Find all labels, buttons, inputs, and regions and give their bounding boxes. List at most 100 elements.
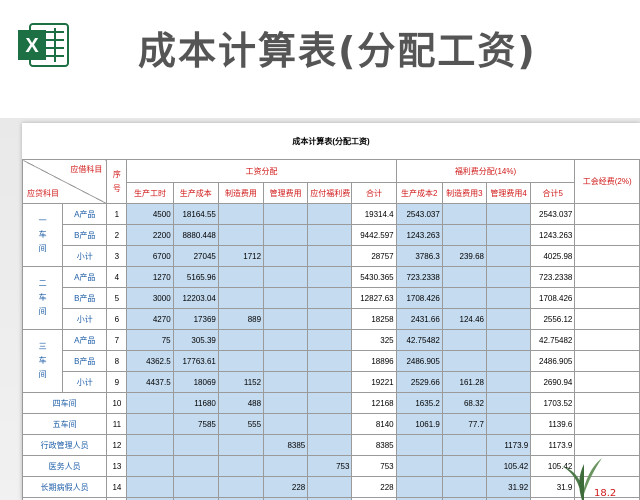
value-cell[interactable] <box>263 266 309 288</box>
value-cell[interactable]: 18258 <box>351 308 397 330</box>
union-fee-cell[interactable] <box>574 350 640 372</box>
value-cell[interactable] <box>217 266 265 288</box>
value-cell[interactable]: 124.46 <box>441 308 488 330</box>
value-cell[interactable] <box>217 434 265 456</box>
value-cell[interactable]: 42.75482 <box>395 329 443 351</box>
value-cell[interactable] <box>307 413 353 435</box>
value-cell[interactable]: 488 <box>217 392 265 414</box>
value-cell[interactable] <box>395 434 443 456</box>
value-cell[interactable]: 2200 <box>126 224 174 246</box>
value-cell[interactable]: 12203.04 <box>172 287 219 309</box>
value-cell[interactable] <box>126 434 174 456</box>
value-cell[interactable] <box>217 203 265 225</box>
value-cell[interactable] <box>263 455 309 477</box>
value-cell[interactable] <box>263 203 309 225</box>
value-cell[interactable]: 19314.4 <box>351 203 397 225</box>
value-cell[interactable]: 1708.426 <box>395 287 443 309</box>
value-cell[interactable] <box>217 350 265 372</box>
value-cell[interactable] <box>307 308 353 330</box>
value-cell[interactable]: 18164.55 <box>172 203 219 225</box>
value-cell[interactable] <box>217 224 265 246</box>
value-cell[interactable]: 1152 <box>217 371 265 393</box>
value-cell[interactable] <box>172 434 219 456</box>
value-cell[interactable]: 18896 <box>351 350 397 372</box>
value-cell[interactable]: 228 <box>263 476 309 498</box>
value-cell[interactable]: 2486.905 <box>395 350 443 372</box>
value-cell[interactable]: 4500 <box>126 203 174 225</box>
union-fee-cell[interactable] <box>574 392 640 414</box>
value-cell[interactable]: 11680 <box>172 392 219 414</box>
value-cell[interactable] <box>485 287 532 309</box>
value-cell[interactable] <box>307 266 353 288</box>
value-cell[interactable] <box>307 287 353 309</box>
value-cell[interactable]: 555 <box>217 413 265 435</box>
value-cell[interactable] <box>441 287 488 309</box>
union-fee-cell[interactable] <box>574 287 640 309</box>
value-cell[interactable] <box>263 392 309 414</box>
union-fee-cell[interactable] <box>574 371 640 393</box>
value-cell[interactable]: 2690.94 <box>530 371 576 393</box>
value-cell[interactable]: 1635.2 <box>395 392 443 414</box>
union-fee-cell[interactable] <box>574 308 640 330</box>
value-cell[interactable] <box>485 245 532 267</box>
value-cell[interactable]: 161.28 <box>441 371 488 393</box>
value-cell[interactable]: 18069 <box>172 371 219 393</box>
value-cell[interactable] <box>485 266 532 288</box>
value-cell[interactable]: 889 <box>217 308 265 330</box>
value-cell[interactable]: 2486.905 <box>530 350 576 372</box>
value-cell[interactable]: 723.2338 <box>395 266 443 288</box>
value-cell[interactable] <box>307 203 353 225</box>
union-fee-cell[interactable] <box>574 413 640 435</box>
union-fee-cell[interactable] <box>574 266 640 288</box>
union-fee-cell[interactable] <box>574 203 640 225</box>
value-cell[interactable]: 228 <box>351 476 397 498</box>
value-cell[interactable]: 12827.63 <box>351 287 397 309</box>
value-cell[interactable] <box>395 476 443 498</box>
value-cell[interactable] <box>307 434 353 456</box>
value-cell[interactable]: 12168 <box>351 392 397 414</box>
value-cell[interactable] <box>126 455 174 477</box>
value-cell[interactable]: 3000 <box>126 287 174 309</box>
union-fee-cell[interactable] <box>574 245 640 267</box>
value-cell[interactable]: 723.2338 <box>530 266 576 288</box>
value-cell[interactable] <box>307 476 353 498</box>
value-cell[interactable]: 1708.426 <box>530 287 576 309</box>
value-cell[interactable]: 3786.3 <box>395 245 443 267</box>
value-cell[interactable] <box>263 413 309 435</box>
value-cell[interactable]: 4362.5 <box>126 350 174 372</box>
value-cell[interactable] <box>395 455 443 477</box>
value-cell[interactable]: 8140 <box>351 413 397 435</box>
value-cell[interactable] <box>441 350 488 372</box>
value-cell[interactable] <box>263 371 309 393</box>
value-cell[interactable] <box>307 224 353 246</box>
value-cell[interactable]: 2529.66 <box>395 371 443 393</box>
value-cell[interactable]: 1703.52 <box>530 392 576 414</box>
value-cell[interactable]: 4025.98 <box>530 245 576 267</box>
value-cell[interactable] <box>485 308 532 330</box>
value-cell[interactable] <box>217 287 265 309</box>
value-cell[interactable]: 1270 <box>126 266 174 288</box>
value-cell[interactable] <box>217 329 265 351</box>
value-cell[interactable]: 28757 <box>351 245 397 267</box>
value-cell[interactable] <box>126 476 174 498</box>
value-cell[interactable] <box>485 329 532 351</box>
value-cell[interactable] <box>485 371 532 393</box>
value-cell[interactable]: 2543.037 <box>395 203 443 225</box>
value-cell[interactable]: 1712 <box>217 245 265 267</box>
value-cell[interactable] <box>307 245 353 267</box>
value-cell[interactable] <box>263 350 309 372</box>
value-cell[interactable]: 9442.597 <box>351 224 397 246</box>
value-cell[interactable] <box>172 455 219 477</box>
value-cell[interactable]: 27045 <box>172 245 219 267</box>
value-cell[interactable] <box>485 392 532 414</box>
value-cell[interactable]: 325 <box>351 329 397 351</box>
value-cell[interactable]: 1061.9 <box>395 413 443 435</box>
value-cell[interactable] <box>263 245 309 267</box>
value-cell[interactable] <box>307 392 353 414</box>
value-cell[interactable]: 305.39 <box>172 329 219 351</box>
value-cell[interactable]: 77.7 <box>441 413 488 435</box>
value-cell[interactable]: 42.75482 <box>530 329 576 351</box>
value-cell[interactable]: 1243.263 <box>530 224 576 246</box>
value-cell[interactable] <box>441 266 488 288</box>
value-cell[interactable]: 6700 <box>126 245 174 267</box>
